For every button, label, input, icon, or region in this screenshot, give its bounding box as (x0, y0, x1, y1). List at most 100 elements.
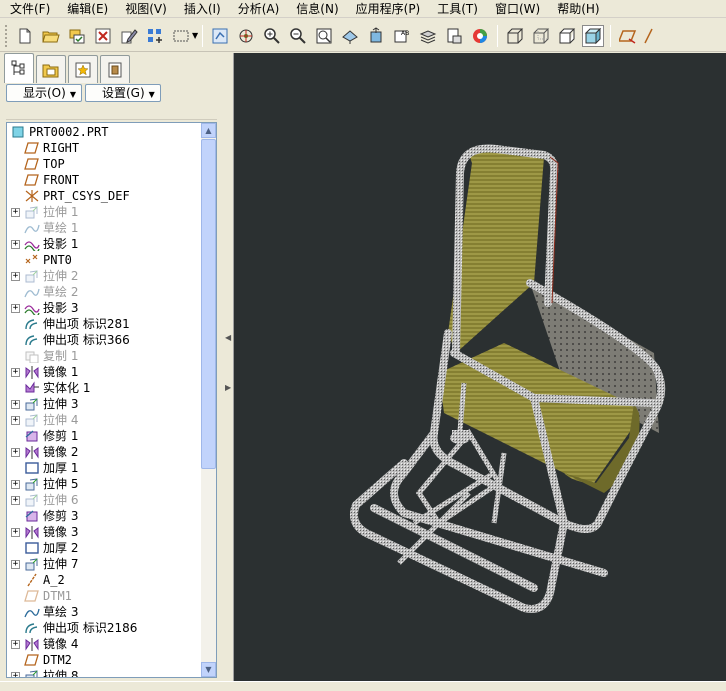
tree-item[interactable]: 复制 1 (7, 348, 202, 364)
tree-item[interactable]: RIGHT (7, 140, 202, 156)
expand-icon[interactable]: + (11, 495, 20, 505)
scroll-down-icon[interactable]: ▼ (201, 662, 216, 677)
menu-item[interactable]: 视图(V) (125, 1, 167, 17)
menu-item[interactable]: 分析(A) (238, 1, 280, 17)
tree-item[interactable]: + 拉伸 5 (7, 476, 202, 492)
layers-icon[interactable]: AB (391, 25, 413, 47)
shading-icon[interactable] (582, 24, 605, 47)
tree-item[interactable]: 草绘 3 (7, 604, 202, 620)
hidden-line-icon[interactable] (530, 25, 552, 47)
scrollbar-thumb[interactable] (201, 139, 216, 469)
menu-item[interactable]: 插入(I) (184, 1, 221, 17)
refit-icon[interactable] (313, 25, 335, 47)
saved-views-icon[interactable] (443, 25, 465, 47)
toolbar-grip[interactable] (5, 24, 9, 47)
expand-right-icon[interactable]: ▶ (225, 383, 231, 397)
tree-item[interactable]: + 投影 3 (7, 300, 202, 316)
tree-item[interactable]: TOP (7, 156, 202, 172)
collapse-left-icon[interactable]: ◀ (225, 333, 231, 347)
tree-item[interactable]: + 镜像 2 (7, 444, 202, 460)
tree-item[interactable]: + 拉伸 3 (7, 396, 202, 412)
tree-item[interactable]: + 镜像 3 (7, 524, 202, 540)
tree-item[interactable]: 草绘 2 (7, 284, 202, 300)
regenerate-icon[interactable] (144, 25, 166, 47)
tree-item[interactable]: 实体化 1 (7, 380, 202, 396)
tree-item[interactable]: + 拉伸 1 (7, 204, 202, 220)
tree-item[interactable]: 修剪 3 (7, 508, 202, 524)
menu-item[interactable]: 编辑(E) (67, 1, 108, 17)
orient-icon[interactable] (339, 25, 361, 47)
expand-icon[interactable]: + (11, 527, 20, 537)
tree-item[interactable]: + 拉伸 6 (7, 492, 202, 508)
zoom-out-icon[interactable] (287, 25, 309, 47)
tree-item[interactable]: DTM2 (7, 652, 202, 668)
tree-item[interactable]: + 拉伸 7 (7, 556, 202, 572)
tree-item[interactable]: PRT_CSYS_DEF (7, 188, 202, 204)
tree-item[interactable]: + 投影 1 (7, 236, 202, 252)
menu-item[interactable]: 工具(T) (437, 1, 478, 17)
save-icon[interactable] (66, 25, 88, 47)
graphics-viewport[interactable] (234, 53, 726, 681)
dropdown-arrow-icon[interactable]: ▼ (192, 31, 198, 40)
menu-item[interactable]: 文件(F) (10, 1, 50, 17)
edit-icon[interactable] (118, 25, 140, 47)
tree-root-item[interactable]: PRT0002.PRT (7, 124, 202, 140)
tree-item[interactable]: PNT0 (7, 252, 202, 268)
tree-item[interactable]: + 镜像 4 (7, 636, 202, 652)
no-hidden-icon[interactable] (556, 25, 578, 47)
menu-item[interactable]: 应用程序(P) (356, 1, 421, 17)
tree-item[interactable]: 加厚 2 (7, 540, 202, 556)
model-tree-icon[interactable] (417, 25, 439, 47)
tab-connections[interactable] (100, 55, 130, 83)
zoom-in-icon[interactable] (261, 25, 283, 47)
tree-item[interactable]: + 拉伸 8 (7, 668, 202, 677)
close-window-icon[interactable] (92, 25, 114, 47)
tree-item[interactable]: 伸出项 标识2186 (7, 620, 202, 636)
tree-item[interactable]: FRONT (7, 172, 202, 188)
menu-item[interactable]: 帮助(H) (557, 1, 599, 17)
open-folder-icon[interactable] (40, 25, 62, 47)
redraw-icon[interactable] (209, 25, 231, 47)
datum-axis-icon[interactable] (643, 25, 653, 47)
settings-dropdown-button[interactable]: 设置(G) ▼ (84, 84, 161, 102)
expand-icon[interactable]: + (11, 479, 20, 489)
expand-icon[interactable]: + (11, 303, 20, 313)
show-dropdown-button[interactable]: 显示(O) ▼ (6, 84, 82, 102)
tab-model-tree[interactable] (4, 53, 34, 83)
expand-icon[interactable]: + (11, 399, 20, 409)
expand-icon[interactable]: + (11, 271, 20, 281)
datum-plane-icon[interactable] (617, 25, 639, 47)
expand-icon[interactable]: + (11, 415, 20, 425)
tree-item[interactable]: DTM1 (7, 588, 202, 604)
expand-icon[interactable]: + (11, 671, 20, 677)
tab-folder-browser[interactable] (36, 55, 66, 83)
menu-item[interactable]: 窗口(W) (495, 1, 540, 17)
tree-item[interactable]: 草绘 1 (7, 220, 202, 236)
tree-item[interactable]: 修剪 1 (7, 428, 202, 444)
wireframe-icon[interactable] (504, 25, 526, 47)
tree-item[interactable]: + 拉伸 2 (7, 268, 202, 284)
tree-item[interactable]: + 拉伸 4 (7, 412, 202, 428)
spin-center-icon[interactable] (235, 25, 257, 47)
expand-icon[interactable]: + (11, 447, 20, 457)
view-manager-icon[interactable] (365, 25, 387, 47)
tree-vertical-scrollbar[interactable]: ▲ ▼ (201, 123, 216, 677)
scroll-up-icon[interactable]: ▲ (201, 123, 216, 138)
panel-splitter[interactable]: ◀ ▶ (222, 53, 234, 681)
expand-icon[interactable]: + (11, 559, 20, 569)
datum-plane-icon (24, 142, 39, 154)
tree-item[interactable]: 伸出项 标识281 (7, 316, 202, 332)
expand-icon[interactable]: + (11, 239, 20, 249)
select-box-icon[interactable] (170, 25, 192, 47)
tree-item[interactable]: 伸出项 标识366 (7, 332, 202, 348)
tree-item[interactable]: + 镜像 1 (7, 364, 202, 380)
tab-favorites[interactable] (68, 55, 98, 83)
tree-item[interactable]: A_2 (7, 572, 202, 588)
menu-item[interactable]: 信息(N) (296, 1, 338, 17)
expand-icon[interactable]: + (11, 367, 20, 377)
expand-icon[interactable]: + (11, 207, 20, 217)
tree-item[interactable]: 加厚 1 (7, 460, 202, 476)
new-file-icon[interactable] (14, 25, 36, 47)
expand-icon[interactable]: + (11, 639, 20, 649)
appearance-icon[interactable] (469, 25, 491, 47)
